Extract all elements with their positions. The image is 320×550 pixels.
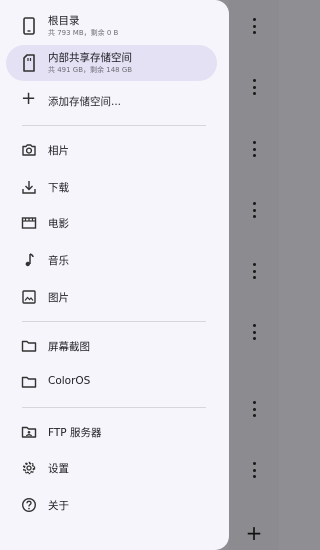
divider — [22, 125, 206, 126]
nav-label: 相片 — [48, 145, 69, 157]
nav-label: 屏幕截图 — [48, 341, 90, 353]
ftp-folder-icon — [21, 424, 37, 440]
storage-title: 内部共享存储空间 — [48, 52, 132, 64]
nav-label: 关于 — [48, 500, 69, 512]
add-storage-button[interactable]: + 添加存储空间... — [6, 88, 217, 114]
camera-icon — [21, 142, 37, 158]
gear-icon — [21, 460, 37, 476]
phone-icon — [22, 17, 36, 35]
add-storage-label: 添加存储空间... — [48, 96, 122, 108]
nav-item-movies[interactable]: 电影 — [6, 208, 217, 238]
storage-root-item[interactable]: 根目录 共 793 MB，剩余 0 B — [6, 8, 217, 44]
nav-label: ColorOS — [48, 375, 91, 387]
nav-label: FTP 服务器 — [48, 427, 102, 439]
add-fab-icon: + — [245, 521, 263, 545]
nav-label: 电影 — [48, 218, 69, 230]
nav-item-screenshots[interactable]: 屏幕截图 — [6, 331, 217, 361]
background-scrim[interactable]: + — [229, 0, 279, 550]
nav-label: 图片 — [48, 292, 69, 304]
nav-item-music[interactable]: 音乐 — [6, 245, 217, 275]
folder-icon — [21, 338, 37, 354]
plus-icon: + — [21, 88, 37, 109]
overflow-menu-icon — [249, 79, 259, 95]
storage-subtitle: 共 793 MB，剩余 0 B — [48, 29, 119, 37]
nav-item-ftp-server[interactable]: FTP 服务器 — [6, 417, 217, 447]
nav-label: 设置 — [48, 463, 69, 475]
storage-title: 根目录 — [48, 15, 80, 27]
image-icon — [21, 289, 37, 305]
nav-item-coloros[interactable]: ColorOS — [6, 367, 217, 397]
nav-item-images[interactable]: 图片 — [6, 282, 217, 312]
divider — [22, 321, 206, 322]
navigation-drawer: 根目录 共 793 MB，剩余 0 B 内部共享存储空间 共 491 GB，剩余… — [0, 0, 229, 550]
nav-label: 下载 — [48, 182, 69, 194]
nav-item-settings[interactable]: 设置 — [6, 453, 217, 483]
sd-card-icon — [22, 54, 36, 72]
overflow-menu-icon — [249, 18, 259, 34]
overflow-menu-icon — [249, 263, 259, 279]
nav-item-photos[interactable]: 相片 — [6, 135, 217, 165]
movie-icon — [21, 215, 37, 231]
download-icon — [21, 179, 37, 195]
nav-label: 音乐 — [48, 255, 69, 267]
storage-subtitle: 共 491 GB，剩余 148 GB — [48, 66, 133, 74]
overflow-menu-icon — [249, 202, 259, 218]
help-icon — [21, 497, 37, 513]
music-note-icon — [21, 252, 37, 268]
nav-item-about[interactable]: 关于 — [6, 490, 217, 520]
divider — [22, 407, 206, 408]
folder-icon — [21, 374, 37, 390]
storage-internal-item[interactable]: 内部共享存储空间 共 491 GB，剩余 148 GB — [6, 45, 217, 81]
overflow-menu-icon — [249, 324, 259, 340]
overflow-menu-icon — [249, 141, 259, 157]
nav-item-downloads[interactable]: 下载 — [6, 172, 217, 202]
overflow-menu-icon — [249, 462, 259, 478]
overflow-menu-icon — [249, 401, 259, 417]
